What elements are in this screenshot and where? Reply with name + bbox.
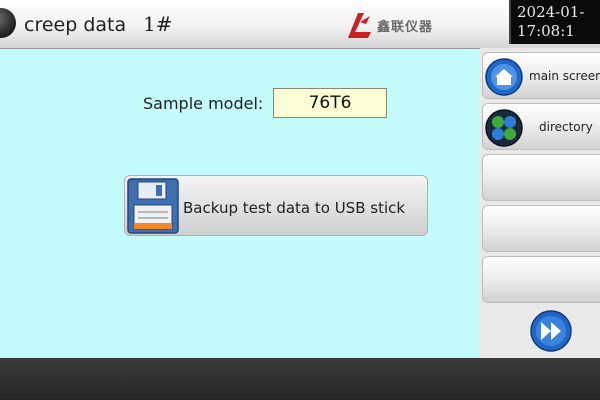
fast-forward-icon[interactable] [530,310,572,352]
side-button-4[interactable] [482,205,600,252]
side-button-3[interactable] [482,154,600,201]
clock-date: 2024-01- [517,3,585,21]
clock-display: 2024-01- 17:08:1 [509,0,600,44]
backup-usb-button[interactable]: Backup test data to USB stick [124,175,428,236]
clock-time: 17:08:1 [517,22,575,40]
page-title: creep data [24,14,127,36]
main-screen-button[interactable]: main screen [482,52,600,99]
company-logo: 鑫联仪器 [344,10,464,40]
back-button[interactable] [0,8,16,38]
sample-model-label: Sample model: [143,94,264,113]
sample-model-field[interactable]: 76T6 [273,88,387,118]
logo-mark-icon [348,13,371,38]
side-panel: main screen directory [480,48,600,358]
directory-icon [485,109,523,147]
floppy-disk-icon [127,178,179,234]
directory-button[interactable]: directory [482,103,600,150]
header-bar: creep data 1# 鑫联仪器 2024-01- 17:08:1 [0,0,600,49]
logo-text: 鑫联仪器 [377,19,434,35]
directory-label: directory [539,120,593,134]
home-icon [485,58,523,96]
side-button-5[interactable] [482,256,600,303]
machine-number: 1# [143,12,173,36]
backup-button-label: Backup test data to USB stick [183,199,406,217]
footer-bar [0,358,600,400]
main-screen-label: main screen [529,69,600,83]
